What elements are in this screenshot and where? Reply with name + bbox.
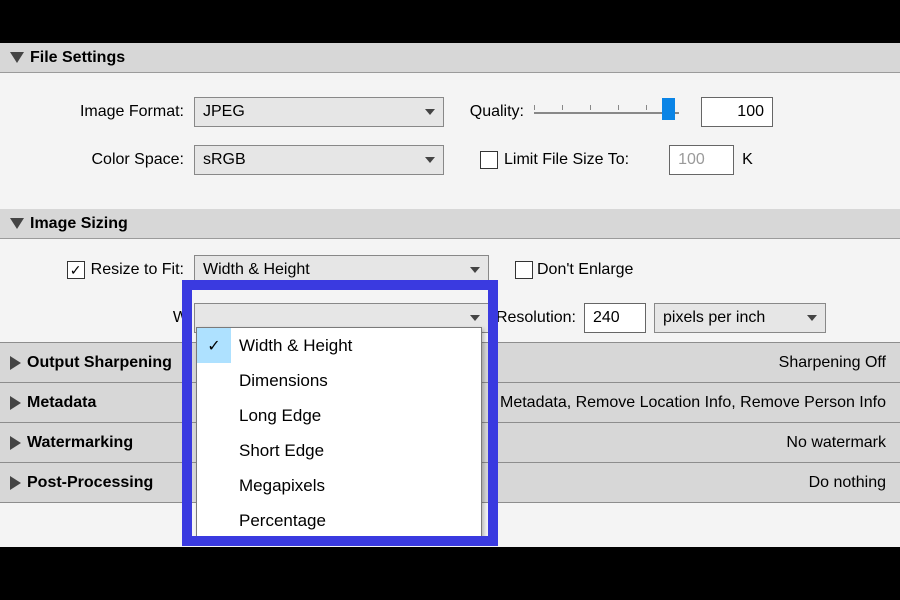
output-sharpening-status: Sharpening Off bbox=[779, 354, 886, 372]
dropdown-option-label: Width & Height bbox=[239, 336, 352, 356]
file-settings-header[interactable]: File Settings bbox=[0, 43, 900, 73]
resolution-value: 240 bbox=[593, 309, 620, 327]
limit-file-size-input[interactable]: 100 bbox=[669, 145, 734, 175]
dropdown-option-label: Megapixels bbox=[239, 476, 325, 496]
check-icon bbox=[197, 503, 231, 538]
watermarking-title: Watermarking bbox=[27, 434, 133, 452]
dont-enlarge-label: Don't Enlarge bbox=[537, 261, 633, 279]
chevron-right-icon bbox=[10, 396, 21, 410]
image-format-value: JPEG bbox=[203, 103, 245, 121]
image-format-select[interactable]: JPEG bbox=[194, 97, 444, 127]
export-panel: File Settings Image Format: JPEG Quality… bbox=[0, 43, 900, 547]
color-space-value: sRGB bbox=[203, 151, 246, 169]
file-settings-title: File Settings bbox=[30, 49, 125, 67]
resolution-units-value: pixels per inch bbox=[663, 309, 765, 327]
dropdown-option-label: Percentage bbox=[239, 511, 326, 531]
dropdown-option-label: Long Edge bbox=[239, 406, 321, 426]
resize-to-fit-select[interactable]: Width & Height bbox=[194, 255, 489, 285]
chevron-right-icon bbox=[10, 476, 21, 490]
dont-enlarge-checkbox[interactable] bbox=[515, 261, 533, 279]
check-icon bbox=[197, 433, 231, 468]
limit-file-size-label: Limit File Size To: bbox=[502, 151, 635, 169]
color-space-select[interactable]: sRGB bbox=[194, 145, 444, 175]
check-icon bbox=[197, 363, 231, 398]
watermarking-status: No watermark bbox=[786, 434, 886, 452]
quality-label: Quality: bbox=[444, 103, 534, 121]
quality-input[interactable]: 100 bbox=[701, 97, 773, 127]
chevron-down-icon bbox=[470, 267, 480, 273]
post-processing-title: Post-Processing bbox=[27, 474, 153, 492]
image-format-label: Image Format: bbox=[12, 103, 194, 121]
color-space-label: Color Space: bbox=[12, 151, 194, 169]
image-sizing-title: Image Sizing bbox=[30, 215, 128, 233]
dropdown-option-long-edge[interactable]: Long Edge bbox=[197, 398, 481, 433]
limit-file-size-checkbox[interactable] bbox=[480, 151, 498, 169]
chevron-down-icon bbox=[10, 218, 24, 229]
chevron-down-icon bbox=[425, 157, 435, 163]
limit-file-size-value: 100 bbox=[678, 151, 705, 169]
image-sizing-header[interactable]: Image Sizing bbox=[0, 209, 900, 239]
post-processing-status: Do nothing bbox=[809, 474, 886, 492]
dropdown-option-label: Short Edge bbox=[239, 441, 324, 461]
dropdown-option-percentage[interactable]: Percentage bbox=[197, 503, 481, 538]
file-settings-body: Image Format: JPEG Quality: 100 Color bbox=[0, 73, 900, 209]
check-icon: ✓ bbox=[197, 328, 231, 363]
resolution-input[interactable]: 240 bbox=[584, 303, 646, 333]
dropdown-option-short-edge[interactable]: Short Edge bbox=[197, 433, 481, 468]
check-icon bbox=[197, 398, 231, 433]
resize-dropdown-popup: ✓ Width & Height Dimensions Long Edge Sh… bbox=[196, 327, 482, 539]
resolution-label: Resolution: bbox=[489, 309, 584, 327]
chevron-down-icon bbox=[425, 109, 435, 115]
dropdown-option-width-height[interactable]: ✓ Width & Height bbox=[197, 328, 481, 363]
output-sharpening-title: Output Sharpening bbox=[27, 354, 172, 372]
quality-value: 100 bbox=[737, 103, 764, 121]
width-label: W bbox=[12, 309, 194, 327]
check-icon bbox=[197, 468, 231, 503]
quality-slider[interactable] bbox=[534, 97, 679, 127]
resize-to-fit-checkbox[interactable]: ✓ bbox=[67, 261, 85, 279]
resolution-units-select[interactable]: pixels per inch bbox=[654, 303, 826, 333]
limit-unit-label: K bbox=[742, 151, 753, 169]
dropdown-option-megapixels[interactable]: Megapixels bbox=[197, 468, 481, 503]
chevron-down-icon bbox=[807, 315, 817, 321]
chevron-right-icon bbox=[10, 356, 21, 370]
chevron-down-icon bbox=[470, 315, 480, 321]
dropdown-option-label: Dimensions bbox=[239, 371, 328, 391]
dropdown-option-dimensions[interactable]: Dimensions bbox=[197, 363, 481, 398]
metadata-title: Metadata bbox=[27, 394, 96, 412]
resize-to-fit-value: Width & Height bbox=[203, 261, 310, 279]
resize-to-fit-label: Resize to Fit: bbox=[91, 261, 184, 279]
metadata-status: Metadata, Remove Location Info, Remove P… bbox=[500, 394, 886, 412]
chevron-down-icon bbox=[10, 52, 24, 63]
chevron-right-icon bbox=[10, 436, 21, 450]
